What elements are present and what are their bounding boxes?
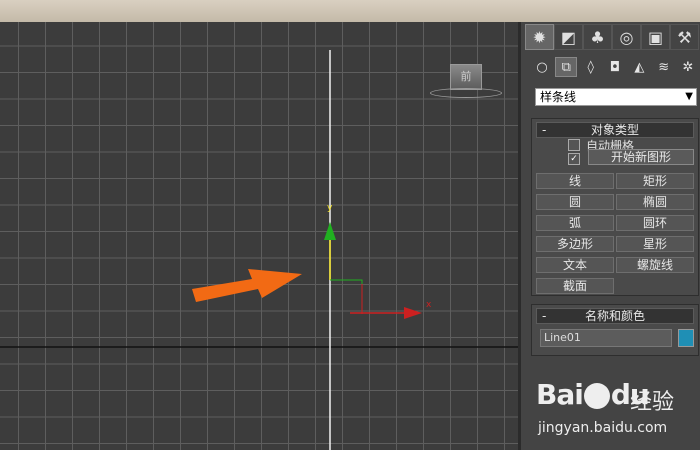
object-type-title: 对象类型: [590, 123, 639, 137]
collapse-icon: -: [542, 309, 547, 323]
motion-icon: ◎: [619, 27, 634, 47]
create-icon: ✹: [532, 27, 547, 47]
create-tab[interactable]: ✹: [525, 24, 554, 50]
lights-icon: ◊: [587, 59, 594, 75]
annotation-arrow-icon: [192, 269, 302, 302]
name-color-title: 名称和颜色: [584, 309, 645, 323]
rectangle-button[interactable]: 矩形: [616, 173, 694, 189]
command-panel-tabs: ✹ ◩ ♣ ◎ ▣ ⚒: [525, 24, 699, 52]
hierarchy-icon: ♣: [590, 27, 605, 47]
lights-button[interactable]: ◊: [580, 57, 602, 77]
name-color-rollout: - 名称和颜色 Line01: [531, 304, 699, 356]
viewcube-compass-ring[interactable]: [430, 88, 502, 98]
cameras-button[interactable]: ◘: [604, 57, 626, 77]
shapes-button[interactable]: ⧉: [555, 57, 578, 77]
auto-grid-checkbox[interactable]: [568, 139, 580, 151]
paw-icon: [583, 383, 610, 409]
helpers-button[interactable]: ◭: [628, 57, 650, 77]
viewcube-face-front[interactable]: 前: [450, 64, 482, 90]
start-new-shape-row[interactable]: ✓: [568, 152, 586, 166]
circle-button[interactable]: 圆: [536, 194, 614, 210]
cameras-icon: ◘: [609, 59, 621, 75]
donut-button[interactable]: 圆环: [616, 215, 694, 231]
object-name-input[interactable]: Line01: [540, 329, 672, 347]
gizmo-x-label: x: [426, 300, 432, 310]
helix-button[interactable]: 螺旋线: [616, 257, 694, 273]
modify-tab[interactable]: ◩: [554, 24, 583, 50]
baidu-watermark: Bai du 经验 jingyan.baidu.com: [520, 372, 700, 450]
utilities-tab[interactable]: ⚒: [670, 24, 699, 50]
title-bar: [0, 0, 700, 23]
chevron-down-icon: ▼: [685, 91, 693, 102]
object-color-swatch[interactable]: [678, 329, 694, 347]
jingyan-url: jingyan.baidu.com: [538, 420, 668, 436]
ngon-button[interactable]: 多边形: [536, 236, 614, 252]
start-new-shape-checkbox[interactable]: ✓: [568, 153, 580, 165]
geometry-button[interactable]: ○: [531, 57, 553, 77]
object-type-rollout: - 对象类型 自动栅格 ✓ 开始新图形 线 矩形 圆 椭圆 弧 圆环 多边形 星…: [531, 118, 699, 296]
spacewarps-icon: ≋: [658, 59, 670, 75]
start-new-shape-button[interactable]: 开始新图形: [588, 149, 694, 165]
front-viewport[interactable]: y x 前: [0, 22, 518, 450]
ellipse-button[interactable]: 椭圆: [616, 194, 694, 210]
display-tab[interactable]: ▣: [641, 24, 670, 50]
section-button[interactable]: 截面: [536, 278, 614, 294]
category-dropdown[interactable]: 样条线 ▼: [535, 88, 697, 106]
viewcube[interactable]: 前: [428, 62, 504, 102]
gizmo-plane-green: [330, 279, 363, 310]
star-button[interactable]: 星形: [616, 236, 694, 252]
category-dropdown-value: 样条线: [540, 90, 577, 104]
geometry-icon: ○: [536, 59, 548, 75]
motion-tab[interactable]: ◎: [612, 24, 641, 50]
name-color-header[interactable]: - 名称和颜色: [536, 308, 694, 324]
display-icon: ▣: [647, 27, 664, 47]
text-button[interactable]: 文本: [536, 257, 614, 273]
collapse-icon: -: [542, 123, 547, 137]
utilities-icon: ⚒: [677, 27, 692, 47]
spacewarps-button[interactable]: ≋: [653, 57, 675, 77]
line-button[interactable]: 线: [536, 173, 614, 189]
systems-icon: ✲: [682, 59, 694, 75]
helpers-icon: ◭: [634, 59, 645, 75]
systems-button[interactable]: ✲: [677, 57, 699, 77]
gizmo-y-label: y: [327, 203, 333, 213]
jingyan-label: 经验: [630, 390, 675, 415]
shapes-icon: ⧉: [561, 59, 571, 75]
hierarchy-tab[interactable]: ♣: [583, 24, 612, 50]
arc-button[interactable]: 弧: [536, 215, 614, 231]
gizmo-x-arrow: [404, 307, 422, 319]
gizmo-y-arrow: [324, 222, 336, 240]
create-subcategories: ○ ⧉ ◊ ◘ ◭ ≋ ✲: [531, 57, 699, 79]
modify-icon: ◩: [560, 27, 577, 47]
baidu-logo-left: Bai: [536, 378, 584, 411]
